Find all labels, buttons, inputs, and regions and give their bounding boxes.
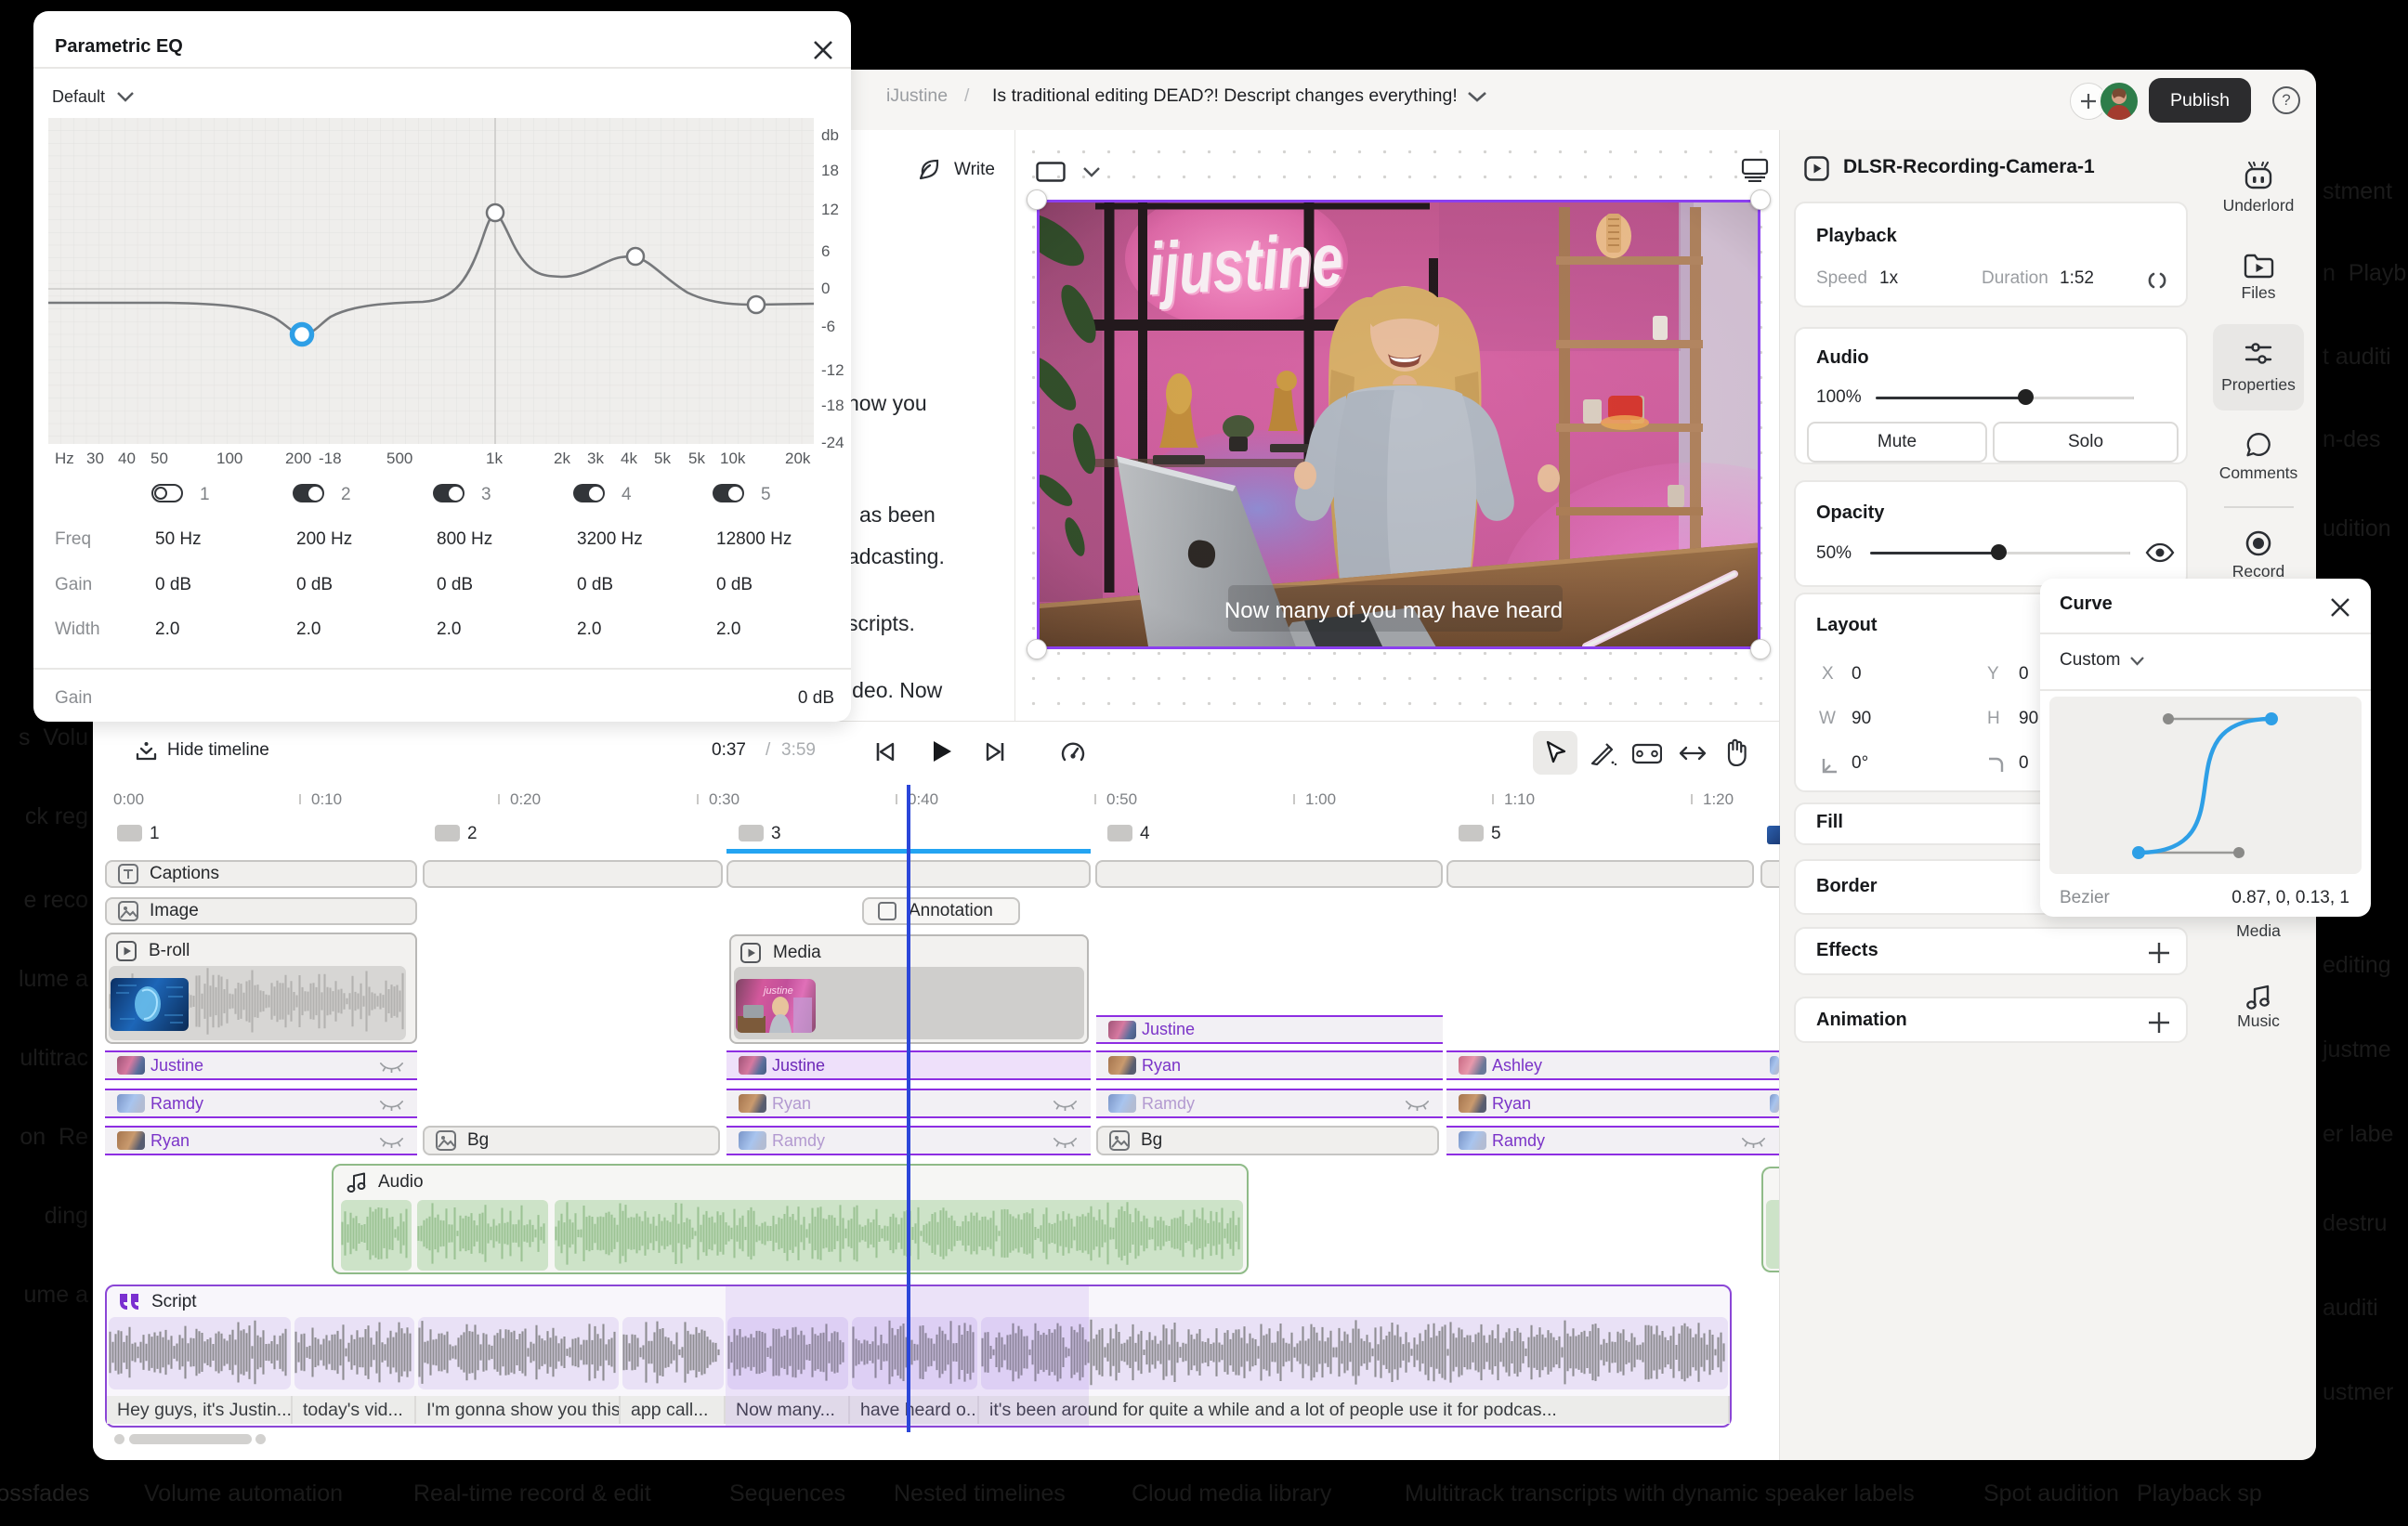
svg-text:Now many of you may have heard: Now many of you may have heard (1224, 598, 1563, 623)
svg-text:justine: justine (762, 985, 793, 997)
